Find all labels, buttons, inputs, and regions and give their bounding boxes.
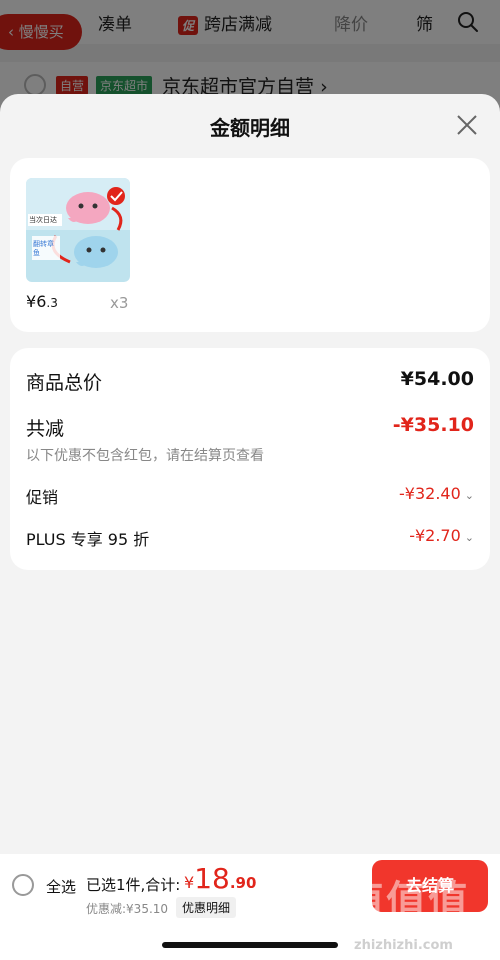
selected-summary: 已选1件,合计: <box>86 876 181 894</box>
total-reduction-label: 共减 <box>26 418 65 440</box>
total-decimal: .90 <box>229 874 257 892</box>
product-card: 当次日达 翻转章鱼 ¥6.3 x3 <box>10 158 490 332</box>
product-image[interactable]: 当次日达 翻转章鱼 <box>26 178 130 282</box>
promotion-value: -¥32.40 <box>399 484 461 503</box>
plus-discount-label: PLUS 专享 95 折 <box>26 530 150 549</box>
total-yen-symbol: ¥ <box>184 873 195 892</box>
reduction-note: 以下优惠不包含红包，请在结算页查看 <box>26 448 264 464</box>
amount-detail-sheet: 金额明细 当次日达 翻转章鱼 ¥6.3 x3 商品总价 ¥54.00 共减 -¥… <box>0 94 500 960</box>
watermark-url: zhizhizhi.com <box>354 938 453 953</box>
total-price-value: ¥54.00 <box>400 368 474 390</box>
plus-discount-row-value[interactable]: -¥2.70 ⌄ <box>409 526 474 545</box>
image-badge-sub: 翻转章鱼 <box>33 240 54 257</box>
total-amount: ¥18.90 <box>184 862 256 895</box>
close-icon[interactable] <box>454 112 480 138</box>
chevron-down-icon: ⌄ <box>464 489 474 502</box>
select-all-label[interactable]: 全选 <box>46 876 76 897</box>
product-quantity: x3 <box>110 294 129 312</box>
sheet-title: 金额明细 <box>210 116 290 140</box>
select-all-radio[interactable] <box>12 874 34 896</box>
total-price-label: 商品总价 <box>26 372 103 394</box>
product-price: ¥6.3 <box>26 292 58 311</box>
saved-amount: 优惠减:¥35.10 <box>86 902 169 916</box>
promotion-label: 促销 <box>26 488 59 507</box>
discount-detail-button[interactable]: 优惠明细 <box>176 897 237 918</box>
promotion-row-value[interactable]: -¥32.40 ⌄ <box>399 484 474 503</box>
product-thumbnail-graphic <box>26 178 130 282</box>
image-badge-top: 当次日达 <box>29 216 57 224</box>
price-decimal: .3 <box>46 296 58 310</box>
price-integer: 6 <box>36 292 47 311</box>
checkout-bar: 全选 已选1件,合计: ¥18.90 优惠减:¥35.10 优惠明细 去结算 值… <box>0 854 500 960</box>
chevron-down-icon: ⌄ <box>464 531 474 544</box>
plus-discount-value: -¥2.70 <box>409 526 461 545</box>
home-indicator <box>162 942 338 948</box>
watermark-logo: 值值值 <box>344 878 470 924</box>
price-yen-symbol: ¥ <box>26 292 37 311</box>
amount-breakdown-card: 商品总价 ¥54.00 共减 -¥35.10 以下优惠不包含红包，请在结算页查看… <box>10 348 490 570</box>
total-reduction-value: -¥35.10 <box>392 414 474 436</box>
total-integer: 18 <box>194 862 230 895</box>
